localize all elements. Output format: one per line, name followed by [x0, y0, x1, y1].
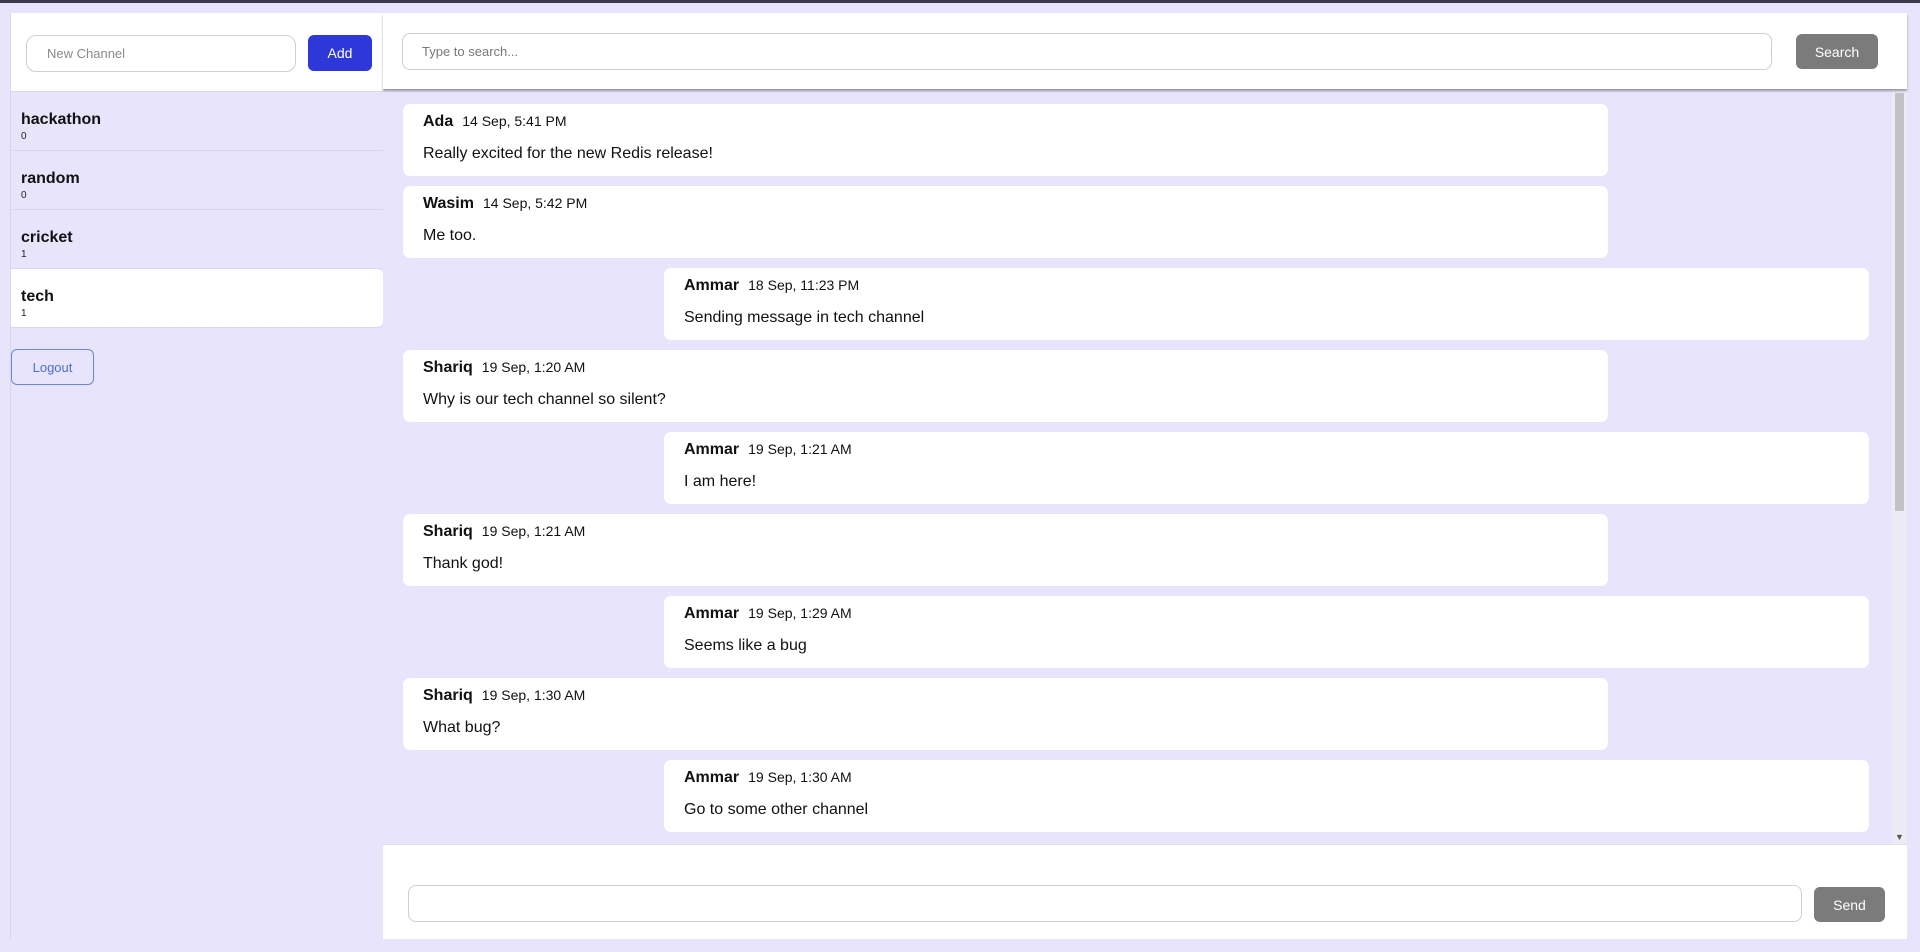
window-top-border: [0, 0, 1920, 3]
message-text: Sending message in tech channel: [684, 309, 925, 326]
channel-name: cricket: [21, 229, 73, 246]
message-item: Ada 14 Sep, 5:41 PM Really excited for t…: [403, 104, 1608, 176]
message-header: Shariq 19 Sep, 1:21 AM: [423, 523, 1588, 541]
channel-count: 1: [21, 249, 27, 260]
message-header: Ammar 19 Sep, 1:21 AM: [684, 441, 1849, 459]
message-timestamp: 19 Sep, 1:30 AM: [481, 687, 586, 703]
message-header: Ammar 19 Sep, 1:30 AM: [684, 769, 1849, 787]
message-item-own: Ammar 19 Sep, 1:21 AM I am here!: [664, 432, 1869, 504]
message-item-own: Ammar 19 Sep, 1:30 AM Go to some other c…: [664, 760, 1869, 832]
new-channel-form: Add: [11, 13, 383, 92]
message-text: I am here!: [684, 473, 757, 490]
scroll-down-arrow-icon[interactable]: ▼: [1895, 832, 1904, 842]
message-header: Shariq 19 Sep, 1:20 AM: [423, 359, 1588, 377]
message-header: Ammar 19 Sep, 1:29 AM: [684, 605, 1849, 623]
channel-count: 0: [21, 131, 27, 142]
channel-name: tech: [21, 288, 54, 305]
message-author: Shariq: [423, 687, 473, 704]
message-item: Shariq 19 Sep, 1:30 AM What bug?: [403, 678, 1608, 750]
message-timestamp: 14 Sep, 5:42 PM: [482, 195, 588, 211]
search-button[interactable]: Search: [1796, 34, 1878, 69]
message-scrollbar[interactable]: ▼: [1892, 89, 1907, 844]
message-author: Ada: [423, 113, 454, 130]
search-bar: Search: [383, 13, 1907, 89]
channel-name: random: [21, 170, 80, 187]
message-text: What bug?: [423, 719, 501, 736]
chat-panel: Search Ada 14 Sep, 5:41 PM Really excite…: [383, 13, 1907, 939]
channel-item-hackathon[interactable]: hackathon 0: [11, 92, 383, 151]
message-item: Wasim 14 Sep, 5:42 PM Me too.: [403, 186, 1608, 258]
message-input[interactable]: [408, 885, 1802, 922]
message-timestamp: 19 Sep, 1:29 AM: [748, 605, 852, 621]
channel-name: hackathon: [21, 111, 102, 128]
message-header: Ada 14 Sep, 5:41 PM: [423, 113, 1588, 131]
message-header: Ammar 18 Sep, 11:23 PM: [684, 277, 1849, 295]
sidebar: Add hackathon 0 random 0 cricket 1 tech …: [10, 13, 383, 939]
message-text: Go to some other channel: [684, 801, 869, 818]
message-author: Wasim: [423, 195, 474, 212]
channel-count: 1: [21, 308, 27, 319]
message-text: Seems like a bug: [684, 637, 807, 654]
message-item: Shariq 19 Sep, 1:20 AM Why is our tech c…: [403, 350, 1608, 422]
channel-count: 0: [21, 190, 27, 201]
message-timestamp: 18 Sep, 11:23 PM: [748, 277, 860, 293]
message-text: Really excited for the new Redis release…: [423, 145, 713, 162]
message-timestamp: 19 Sep, 1:21 AM: [481, 523, 586, 539]
message-author: Ammar: [684, 605, 740, 622]
message-author: Shariq: [423, 359, 473, 376]
message-header: Shariq 19 Sep, 1:30 AM: [423, 687, 1588, 705]
message-timestamp: 19 Sep, 1:30 AM: [748, 769, 852, 785]
message-author: Ammar: [684, 769, 740, 786]
logout-button[interactable]: Logout: [11, 349, 94, 385]
message-text: Me too.: [423, 227, 477, 244]
message-timestamp: 19 Sep, 1:21 AM: [748, 441, 852, 457]
message-item-own: Ammar 19 Sep, 1:29 AM Seems like a bug: [664, 596, 1869, 668]
message-text: Why is our tech channel so silent?: [423, 391, 666, 408]
message-item: Shariq 19 Sep, 1:21 AM Thank god!: [403, 514, 1608, 586]
send-button[interactable]: Send: [1814, 887, 1885, 922]
message-timestamp: 14 Sep, 5:41 PM: [462, 113, 567, 129]
search-input[interactable]: [402, 33, 1772, 70]
channel-item-random[interactable]: random 0: [11, 151, 383, 210]
channel-list: hackathon 0 random 0 cricket 1 tech 1: [11, 92, 383, 328]
message-list[interactable]: Ada 14 Sep, 5:41 PM Really excited for t…: [383, 89, 1907, 844]
add-channel-button[interactable]: Add: [308, 35, 372, 71]
channel-item-tech[interactable]: tech 1: [11, 269, 383, 328]
channel-item-cricket[interactable]: cricket 1: [11, 210, 383, 269]
message-header: Wasim 14 Sep, 5:42 PM: [423, 195, 1588, 213]
message-author: Shariq: [423, 523, 473, 540]
new-channel-input[interactable]: [26, 35, 296, 72]
scrollbar-thumb[interactable]: [1895, 93, 1904, 511]
message-composer: Send: [383, 844, 1907, 939]
message-timestamp: 19 Sep, 1:20 AM: [481, 359, 586, 375]
message-author: Ammar: [684, 277, 740, 294]
message-text: Thank god!: [423, 555, 504, 572]
message-author: Ammar: [684, 441, 740, 458]
message-item-own: Ammar 18 Sep, 11:23 PM Sending message i…: [664, 268, 1869, 340]
